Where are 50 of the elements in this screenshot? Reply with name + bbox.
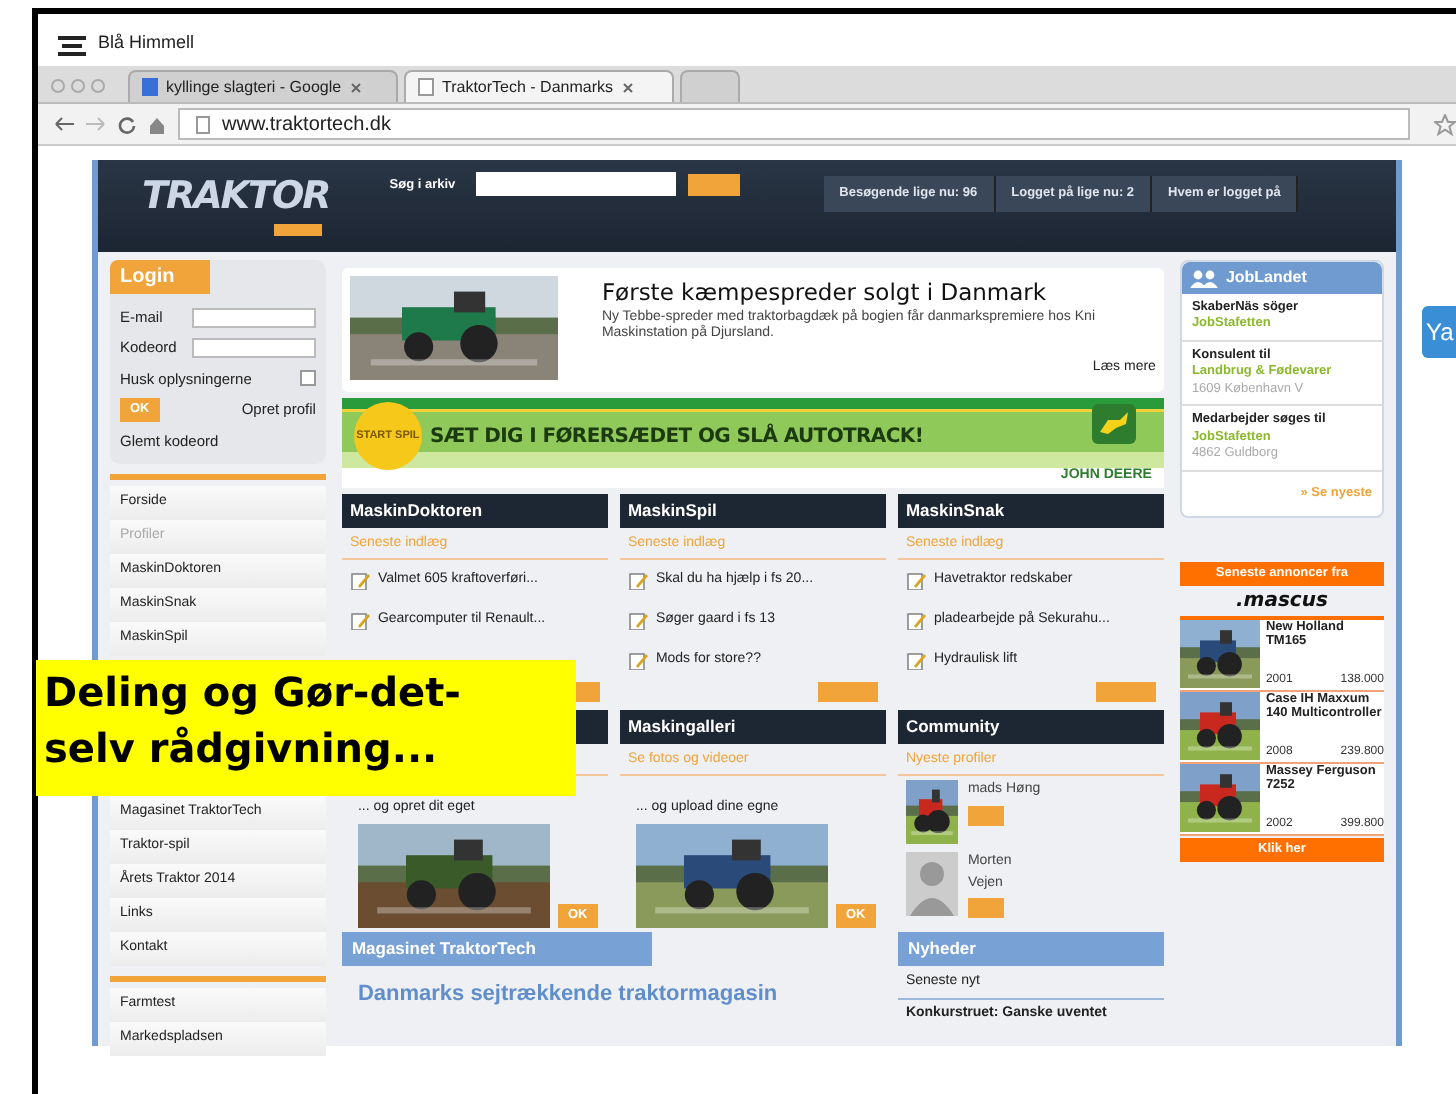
- browser-tab[interactable]: TraktorTech - Danmarks: [404, 70, 674, 102]
- jobs-title: JobLandet: [1225, 266, 1307, 290]
- show-all-button[interactable]: [817, 682, 878, 702]
- feature-headline[interactable]: Første kæmpespreder solgt i Danmark: [601, 276, 1156, 311]
- note-icon: [349, 570, 370, 590]
- page-icon: [196, 115, 210, 133]
- panel-title: Community: [897, 710, 1164, 744]
- panel-title: MaskinDoktoren: [341, 494, 608, 528]
- site-logo[interactable]: TRAKTOR: [98, 164, 350, 236]
- panel-title: Maskingalleri: [619, 710, 886, 744]
- note-icon: [627, 570, 648, 590]
- app-title: Blå Himmell: [98, 30, 195, 57]
- banner-slogan: SÆT DIG I FØRERSÆDET OG SLÅ AUTOTRACK!: [429, 422, 924, 452]
- page-icon: [418, 78, 434, 96]
- reload-icon[interactable]: [118, 115, 136, 133]
- deer-logo-icon: [1091, 404, 1136, 444]
- back-icon[interactable]: [54, 116, 74, 132]
- people-icon: [1189, 269, 1218, 287]
- forward-icon[interactable]: [86, 116, 106, 132]
- browser-tab[interactable]: kyllinge slagteri - Google: [128, 70, 398, 102]
- close-icon[interactable]: [349, 81, 362, 93]
- section-title: Nyheder: [897, 931, 1164, 965]
- panel-title: MaskinSpil: [619, 494, 886, 528]
- close-icon[interactable]: [621, 81, 633, 93]
- login-title: Login: [110, 260, 210, 294]
- home-icon[interactable]: [148, 115, 166, 133]
- address-field[interactable]: www.traktortech.dk: [178, 108, 1410, 140]
- search-button[interactable]: [687, 174, 740, 196]
- note-icon: [905, 610, 926, 630]
- section-title: Magasinet TraktorTech: [341, 931, 652, 965]
- email-field[interactable]: [191, 307, 316, 328]
- new-tab-button[interactable]: [680, 70, 740, 102]
- star-icon[interactable]: [1434, 113, 1456, 135]
- search-field[interactable]: [475, 172, 676, 196]
- remember-checkbox[interactable]: [299, 370, 316, 387]
- slide-caption: Deling og Gør-det-selv rådgivning...: [36, 660, 576, 796]
- note-icon: [905, 650, 926, 670]
- app-icon: [58, 33, 86, 55]
- password-field[interactable]: [191, 337, 316, 358]
- view-profile-button[interactable]: [967, 898, 1004, 918]
- show-all-button[interactable]: [575, 682, 600, 702]
- window-controls-icon: [50, 78, 110, 94]
- panel-title: MaskinSnak: [897, 494, 1164, 528]
- note-icon: [627, 650, 648, 670]
- note-icon: [627, 610, 648, 630]
- google-icon: [142, 78, 158, 96]
- show-all-button[interactable]: [1095, 682, 1156, 702]
- note-icon: [905, 570, 926, 590]
- view-profile-button[interactable]: [967, 805, 1004, 825]
- note-icon: [349, 610, 370, 630]
